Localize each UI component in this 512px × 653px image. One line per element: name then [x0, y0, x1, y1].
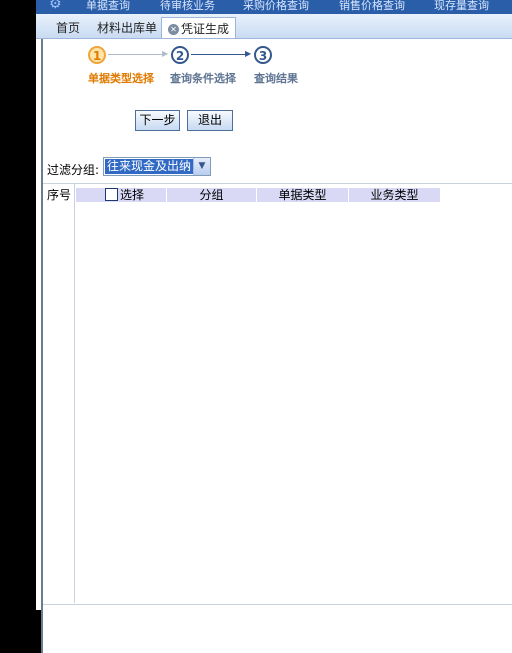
close-tab-icon[interactable]: ✕ — [168, 24, 179, 35]
left-dark-strip — [0, 0, 42, 653]
column-header-select-label: 选择 — [120, 188, 145, 202]
document-type-grid: 序号 选择 分组 单据类型 业务类型 — [43, 183, 512, 605]
tab-voucher-generation-label: 凭证生成 — [181, 22, 230, 36]
step-3-label: 查询结果 — [254, 72, 298, 85]
column-header-select: 选择 — [76, 188, 166, 202]
tab-material-outbound[interactable]: 材料出库单 — [97, 19, 157, 36]
menu-item-sales-price[interactable]: 销售价格查询 — [339, 0, 405, 13]
tab-home[interactable]: 首页 — [56, 19, 80, 36]
exit-button[interactable]: 退出 — [187, 110, 233, 131]
menu-item-document-query[interactable]: 单据查询 — [86, 0, 130, 13]
filter-group-selected-value: 往来现金及出纳 — [105, 159, 194, 174]
tab-bar: 首页 材料出库单 ✕ 凭证生成 — [36, 14, 512, 39]
menu-item-purchase-price[interactable]: 采购价格查询 — [243, 0, 309, 13]
arrow-right-icon: ▶ — [245, 49, 252, 58]
tab-voucher-generation[interactable]: ✕ 凭证生成 — [161, 17, 237, 38]
step-3-circle: 3 — [254, 46, 272, 64]
select-all-checkbox[interactable] — [105, 188, 118, 201]
next-step-button[interactable]: 下一步 — [135, 110, 180, 131]
column-header-business-type[interactable]: 业务类型 — [349, 188, 440, 202]
filter-group-label: 过滤分组: — [47, 163, 100, 177]
filter-group-select[interactable]: 往来现金及出纳 ▼ — [103, 157, 211, 176]
step-2-label: 查询条件选择 — [170, 72, 236, 85]
column-header-document-type[interactable]: 单据类型 — [257, 188, 348, 202]
menu-item-stock-query[interactable]: 现存量查询 — [434, 0, 489, 13]
menu-item-pending-review[interactable]: 待审核业务 — [160, 0, 215, 13]
column-header-group[interactable]: 分组 — [167, 188, 256, 202]
chevron-down-icon[interactable]: ▼ — [193, 158, 210, 175]
step-2-circle: 2 — [171, 46, 189, 64]
step-1-label: 单据类型选择 — [88, 72, 154, 85]
gear-icon[interactable]: ⚙ — [49, 0, 62, 12]
top-menu-bar: ⚙ 单据查询 待审核业务 采购价格查询 销售价格查询 现存量查询 — [36, 0, 512, 14]
arrow-right-icon: ▶ — [162, 49, 169, 58]
step-connector-2 — [191, 54, 249, 55]
column-header-row-number: 序号 — [47, 188, 72, 202]
step-1-circle: 1 — [88, 46, 106, 64]
step-connector-1 — [108, 54, 166, 55]
row-number-column: 序号 — [43, 184, 75, 603]
